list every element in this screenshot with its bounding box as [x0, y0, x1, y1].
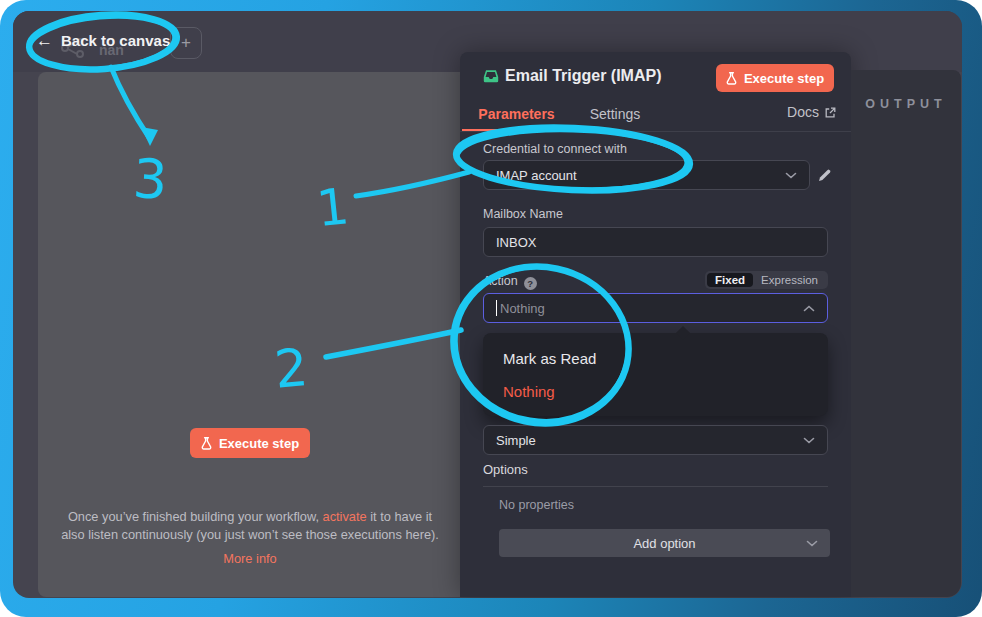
credential-select[interactable]: IMAP account [483, 160, 810, 190]
node-title: Email Trigger (IMAP) [505, 67, 661, 85]
hint-text-2: it to have it [367, 509, 432, 524]
back-to-canvas-label: Back to canvas [61, 32, 170, 49]
flask-icon [201, 437, 212, 450]
plus-icon: + [181, 33, 191, 53]
activation-hint: Once you’ve finished building your workf… [50, 508, 450, 543]
email-inbox-icon [482, 67, 500, 85]
credential-label: Credential to connect with [483, 142, 627, 156]
node-details-panel: Email Trigger (IMAP) Execute step Parame… [460, 52, 851, 597]
docs-label: Docs [787, 104, 819, 120]
format-select[interactable]: Simple [483, 425, 828, 455]
mailbox-label: Mailbox Name [483, 207, 563, 221]
hint-text: Once you’ve finished building your workf… [68, 509, 323, 524]
format-value: Simple [496, 433, 536, 448]
chevron-up-icon [803, 305, 815, 312]
dropdown-item-mark-as-read[interactable]: Mark as Read [503, 350, 596, 367]
tab-settings[interactable]: Settings [578, 101, 652, 131]
credential-value: IMAP account [496, 168, 577, 183]
edit-credential-icon[interactable] [817, 167, 833, 183]
activate-link[interactable]: activate [323, 509, 367, 524]
more-info-link[interactable]: More info [50, 551, 450, 566]
n8n-app: nan ← Back to canvas + Execute step Once… [13, 11, 962, 598]
no-properties-text: No properties [499, 498, 574, 512]
add-option-button[interactable]: Add option [499, 529, 830, 557]
dropdown-notch [676, 326, 690, 340]
execute-step-label: Execute step [744, 71, 824, 86]
action-row: Action? Fixed Expression [483, 271, 828, 291]
action-dropdown-menu: Mark as Read Nothing [483, 333, 828, 416]
new-tab-button[interactable]: + [170, 27, 202, 59]
options-section-title: Options [483, 462, 528, 477]
flask-icon [726, 72, 737, 85]
external-link-icon [825, 107, 836, 118]
chevron-down-icon [803, 437, 815, 444]
fixed-expression-toggle[interactable]: Fixed Expression [705, 271, 828, 289]
hint-text-3: also listen continuously (you just won’t… [61, 527, 439, 542]
mailbox-input[interactable]: INBOX [483, 227, 828, 257]
action-placeholder: Nothing [500, 301, 545, 316]
chevron-down-icon [785, 172, 797, 179]
execute-step-label: Execute step [219, 436, 299, 451]
back-arrow-icon: ← [36, 32, 53, 49]
output-panel: OUTPUT [851, 70, 961, 597]
docs-link[interactable]: Docs [787, 104, 836, 120]
back-to-canvas-button[interactable]: ← Back to canvas [36, 32, 170, 49]
toggle-fixed[interactable]: Fixed [707, 273, 753, 287]
output-panel-title: OUTPUT [851, 97, 961, 111]
chevron-down-icon [806, 540, 818, 547]
tabs-divider [460, 131, 851, 132]
add-option-label: Add option [633, 536, 695, 551]
action-label: Action [483, 274, 518, 288]
toggle-expression[interactable]: Expression [753, 273, 826, 287]
dropdown-item-nothing[interactable]: Nothing [503, 383, 555, 400]
tab-parameters[interactable]: Parameters [462, 101, 571, 131]
execute-step-button-canvas[interactable]: Execute step [190, 428, 310, 458]
options-divider [483, 486, 828, 487]
help-icon[interactable]: ? [524, 277, 537, 290]
browser-window: nan ← Back to canvas + Execute step Once… [0, 0, 982, 617]
action-select[interactable]: Nothing [483, 293, 828, 323]
text-cursor [496, 300, 497, 316]
mailbox-value: INBOX [496, 235, 536, 250]
execute-step-button-panel[interactable]: Execute step [716, 64, 834, 92]
